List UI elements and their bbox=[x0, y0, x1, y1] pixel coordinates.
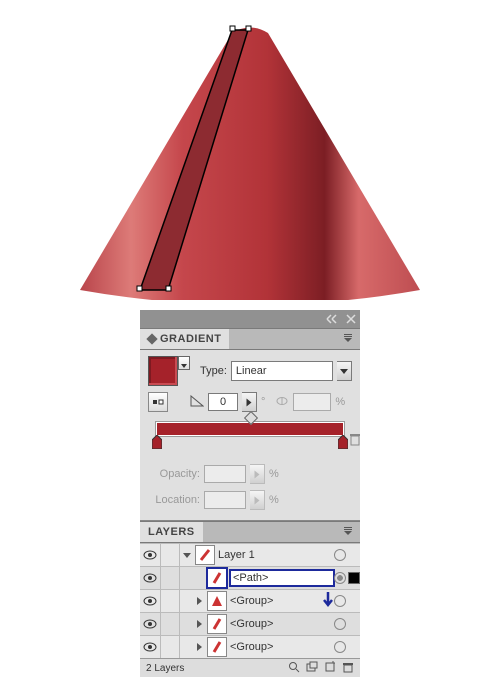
target-ring[interactable] bbox=[334, 572, 346, 584]
collapse-icon[interactable] bbox=[326, 314, 340, 324]
gradient-swatch-menu[interactable] bbox=[178, 356, 190, 370]
angle-input[interactable]: 0 bbox=[208, 393, 238, 411]
layer-row[interactable]: <Group> bbox=[140, 635, 360, 658]
target-ring[interactable] bbox=[334, 595, 346, 607]
panel-menu-icon[interactable] bbox=[336, 526, 360, 539]
location-unit: % bbox=[269, 494, 279, 506]
angle-icon bbox=[190, 395, 204, 410]
layer-row[interactable]: <Group> bbox=[140, 612, 360, 635]
new-sublayer-icon[interactable] bbox=[306, 661, 318, 676]
target-ring[interactable] bbox=[334, 618, 346, 630]
aspect-ratio-input bbox=[293, 393, 331, 411]
layer-row[interactable]: <Group> bbox=[140, 589, 360, 612]
item-name[interactable]: <Group> bbox=[230, 595, 322, 607]
layers-status-bar: 2 Layers bbox=[140, 658, 360, 677]
opacity-stepper bbox=[250, 464, 265, 484]
target-ring[interactable] bbox=[334, 549, 346, 561]
layer-count: 2 Layers bbox=[146, 663, 184, 674]
gradient-ramp[interactable] bbox=[156, 422, 344, 436]
item-thumbnail bbox=[207, 614, 227, 634]
gradient-midpoint-icon[interactable] bbox=[244, 411, 258, 425]
angle-stepper[interactable] bbox=[242, 392, 257, 412]
panel-menu-icon[interactable] bbox=[336, 333, 360, 346]
visibility-icon[interactable] bbox=[140, 590, 161, 612]
layers-tab-bar: LAYERS bbox=[140, 521, 360, 543]
trash-icon[interactable] bbox=[349, 432, 361, 449]
opacity-label: Opacity: bbox=[148, 468, 200, 480]
item-name[interactable]: <Group> bbox=[230, 641, 334, 653]
gradient-swatch[interactable] bbox=[148, 356, 178, 386]
disclosure-toggle[interactable] bbox=[194, 620, 204, 628]
reverse-gradient-icon[interactable] bbox=[148, 392, 168, 412]
gradient-type-dropdown-button[interactable] bbox=[337, 361, 352, 381]
gradient-icon bbox=[146, 333, 157, 344]
layers-tab[interactable]: LAYERS bbox=[140, 522, 203, 542]
layer-thumbnail bbox=[195, 545, 215, 565]
type-label: Type: bbox=[200, 365, 227, 377]
item-name[interactable]: <Group> bbox=[230, 618, 334, 630]
location-input bbox=[204, 491, 246, 509]
ratio-suffix: % bbox=[335, 396, 345, 408]
visibility-icon[interactable] bbox=[140, 544, 161, 566]
gradient-tab[interactable]: GRADIENT bbox=[140, 329, 229, 349]
visibility-icon[interactable] bbox=[140, 567, 161, 589]
layer-row[interactable]: Layer 1 bbox=[140, 543, 360, 566]
layer-name[interactable]: Layer 1 bbox=[218, 549, 334, 561]
new-layer-icon[interactable] bbox=[324, 661, 336, 676]
angle-unit: ° bbox=[261, 396, 265, 408]
visibility-icon[interactable] bbox=[140, 613, 161, 635]
opacity-input bbox=[204, 465, 246, 483]
item-thumbnail bbox=[207, 637, 227, 657]
selection-indicator[interactable] bbox=[348, 572, 360, 584]
opacity-unit: % bbox=[269, 468, 279, 480]
lock-cell[interactable] bbox=[161, 567, 180, 589]
gradient-stop-left[interactable] bbox=[152, 435, 162, 449]
aspect-ratio-icon bbox=[275, 395, 289, 410]
gradient-tab-bar: GRADIENT bbox=[140, 328, 360, 350]
target-ring[interactable] bbox=[334, 641, 346, 653]
gradient-panel-body: Type: Linear 0 ° % bbox=[140, 350, 360, 521]
lock-cell[interactable] bbox=[161, 636, 180, 658]
visibility-icon[interactable] bbox=[140, 636, 161, 658]
item-name[interactable]: <Path> bbox=[230, 570, 334, 586]
item-thumbnail bbox=[207, 568, 227, 588]
disclosure-toggle[interactable] bbox=[194, 643, 204, 651]
layers-panel-body: Layer 1 <Path> <Group> bbox=[140, 543, 360, 677]
gradient-stop-right[interactable] bbox=[338, 435, 348, 449]
lock-cell[interactable] bbox=[161, 590, 180, 612]
locate-object-icon[interactable] bbox=[288, 661, 300, 676]
location-stepper bbox=[250, 490, 265, 510]
layer-row[interactable]: <Path> bbox=[140, 566, 360, 589]
item-thumbnail bbox=[207, 591, 227, 611]
dock-header bbox=[140, 310, 360, 328]
lock-cell[interactable] bbox=[161, 613, 180, 635]
lock-cell[interactable] bbox=[161, 544, 180, 566]
location-label: Location: bbox=[148, 494, 200, 506]
artwork-canvas bbox=[0, 0, 500, 300]
annotation-arrow-icon bbox=[322, 591, 334, 612]
gradient-type-select[interactable]: Linear bbox=[231, 361, 333, 381]
close-icon[interactable] bbox=[346, 314, 356, 324]
panel-dock: GRADIENT Type: Linear bbox=[140, 310, 360, 677]
disclosure-toggle[interactable] bbox=[194, 597, 204, 605]
disclosure-toggle[interactable] bbox=[182, 553, 192, 558]
delete-icon[interactable] bbox=[342, 661, 354, 676]
